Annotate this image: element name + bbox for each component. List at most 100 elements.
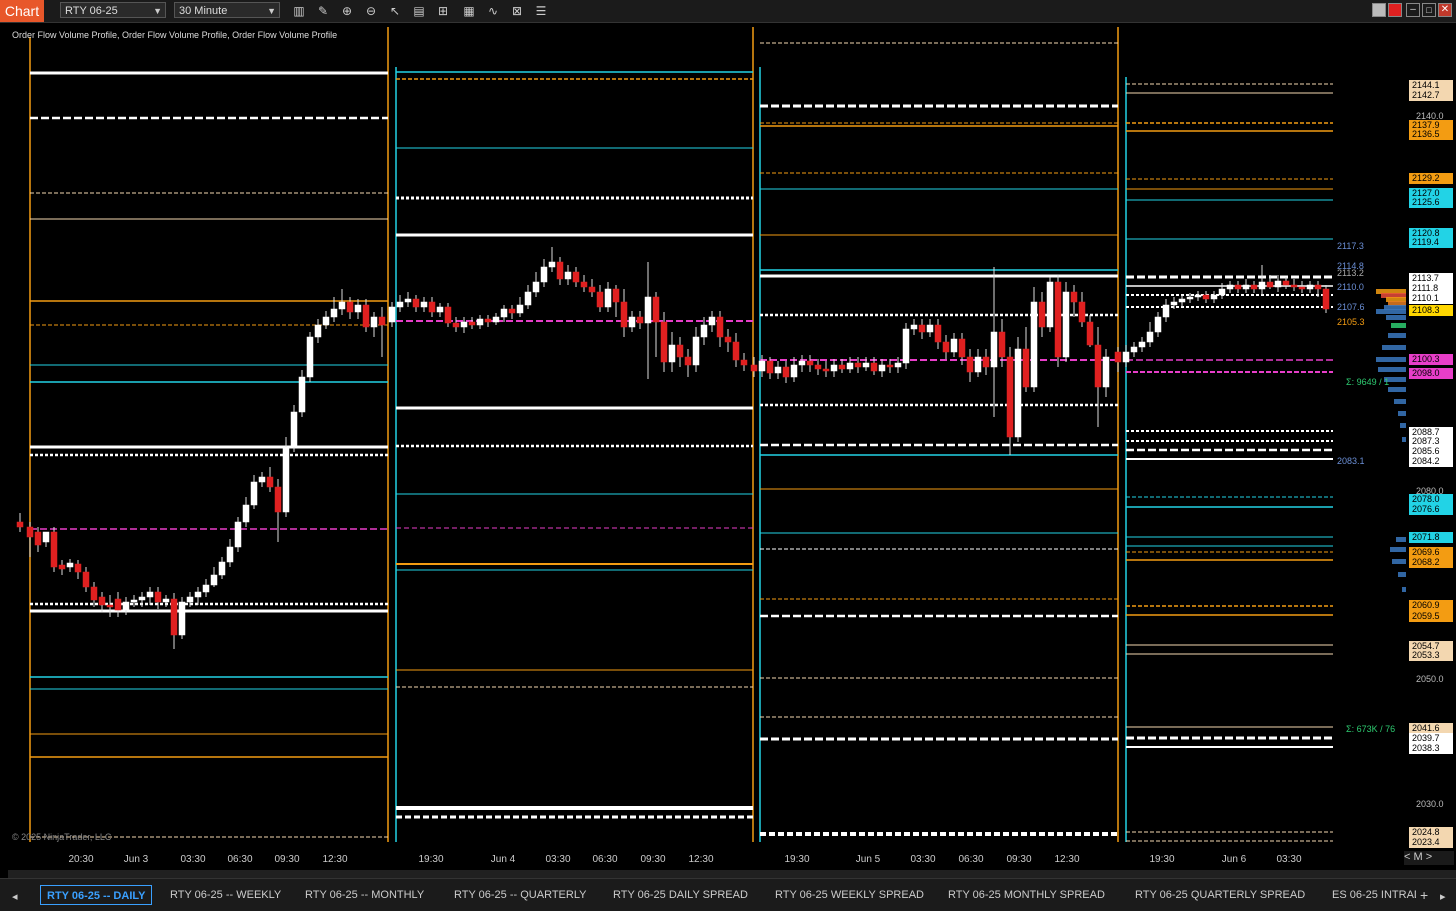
candle-body [918, 324, 926, 333]
zoom-control[interactable]: < M > [1404, 851, 1454, 865]
candle-body [1114, 351, 1122, 363]
candle-body [790, 364, 798, 378]
tab-rty-monthly-spread[interactable]: RTY 06-25 MONTHLY SPREAD [948, 885, 1105, 905]
tab-rty-daily-spread[interactable]: RTY 06-25 DAILY SPREAD [613, 885, 748, 905]
price-tag: 2059.5 [1409, 611, 1453, 622]
price-tag: 2136.5 [1409, 129, 1453, 140]
candle-body [1094, 344, 1102, 388]
candle-body [1282, 280, 1290, 286]
color-icon[interactable] [1388, 3, 1402, 17]
horizontal-scrollbar[interactable] [8, 870, 1456, 878]
candle-body [716, 316, 724, 338]
candle-body [740, 359, 748, 366]
tab-rty-daily[interactable]: RTY 06-25 -- DAILY [40, 885, 153, 905]
chevron-right-icon[interactable]: ▸ [1440, 887, 1446, 907]
add-tab-icon[interactable]: + [1420, 885, 1428, 905]
candle-body [1234, 284, 1242, 290]
tab-rty-weekly[interactable]: RTY 06-25 -- WEEKLY [170, 885, 281, 905]
candle-body [676, 344, 684, 358]
properties-icon[interactable]: ▤ [410, 2, 428, 20]
tab-es-intraday[interactable]: ES 06-25 INTRAD [1332, 885, 1416, 905]
candle-body [870, 362, 878, 372]
link-icon[interactable] [1372, 3, 1386, 17]
candle-body [1170, 301, 1178, 306]
candle-body [98, 596, 106, 606]
price-tag: 2108.3 [1409, 305, 1453, 316]
candle-body [258, 476, 266, 483]
candle-body [604, 288, 612, 308]
time-axis-label: 03:30 [180, 854, 206, 865]
price-tag: 2071.8 [1409, 532, 1453, 543]
instrument-selector[interactable]: RTY 06-25 ▼ [60, 2, 166, 18]
volume-profile-bar [1378, 367, 1406, 372]
tab-rty-weekly-spread[interactable]: RTY 06-25 WEEKLY SPREAD [775, 885, 924, 905]
template-icon[interactable]: ⊞ [434, 2, 452, 20]
maximize-icon[interactable]: □ [1422, 3, 1436, 17]
chevron-left-icon[interactable]: ◂ [12, 887, 18, 907]
indicator-icon[interactable]: ∿ [484, 2, 502, 20]
candle-body [1054, 281, 1062, 358]
candle-body [114, 598, 122, 611]
candle-body [138, 596, 146, 601]
time-axis-label: Jun 6 [1221, 854, 1247, 865]
candle-body [750, 364, 758, 372]
candle-body [782, 366, 790, 378]
chart-plot-area[interactable]: 2117.3 2114.8 2113.2 2110.0 2107.6 2105.3 2083… [8, 27, 1406, 847]
strategy-icon[interactable]: ⊠ [508, 2, 526, 20]
candle-body [460, 321, 468, 328]
candle-body [822, 368, 830, 372]
interval-selector[interactable]: 30 Minute ▼ [174, 2, 280, 18]
volume-profile-bar [1390, 547, 1406, 552]
candle-body [1314, 284, 1322, 290]
candle-body [378, 316, 386, 326]
candle-body [362, 304, 370, 328]
candle-body [894, 362, 902, 368]
candle-body [396, 301, 404, 308]
candle-body [1062, 291, 1070, 358]
candle-body [500, 308, 508, 318]
price-tag: 2125.6 [1409, 197, 1453, 208]
profile-price-label: Σ: 9649 / 1 [1346, 377, 1389, 387]
bars-icon[interactable]: ▥ [290, 2, 308, 20]
time-axis-label: Jun 5 [855, 854, 881, 865]
candle-body [130, 599, 138, 603]
volume-profile-bar [1376, 309, 1406, 314]
candle-body [910, 324, 918, 330]
list-icon[interactable]: ☰ [532, 2, 550, 20]
price-axis[interactable]: 2140.0 2080.0 2050.0 2030.0 2144.1 2142.7 2137… [1406, 27, 1456, 848]
tab-bar: ◂ RTY 06-25 -- DAILY RTY 06-25 -- WEEKLY… [0, 878, 1456, 911]
minimize-icon[interactable]: – [1406, 3, 1420, 17]
candle-body [484, 318, 492, 323]
candle-body [50, 531, 58, 568]
candle-body [274, 486, 282, 513]
zoom-out-icon[interactable]: ⊖ [362, 2, 380, 20]
volume-profile-bar [1386, 315, 1406, 320]
data-box-icon[interactable]: ▦ [460, 2, 478, 20]
candle-body [178, 601, 186, 636]
candle-body [290, 411, 298, 448]
candle-body [1290, 284, 1298, 288]
tab-rty-quarterly-spread[interactable]: RTY 06-25 QUARTERLY SPREAD [1135, 885, 1305, 905]
time-axis-label: 12:30 [322, 854, 348, 865]
candle-body [862, 362, 870, 368]
candle-body [990, 331, 998, 368]
tab-rty-monthly[interactable]: RTY 06-25 -- MONTHLY [305, 885, 424, 905]
candle-body [934, 324, 942, 343]
pointer-icon[interactable]: ↖ [386, 2, 404, 20]
candle-body [830, 364, 838, 372]
time-axis-label: 12:30 [688, 854, 714, 865]
time-axis[interactable]: 20:30 Jun 3 03:30 06:30 09:30 12:30 19:30 Jun 4… [8, 850, 1406, 868]
tab-rty-quarterly[interactable]: RTY 06-25 -- QUARTERLY [454, 885, 586, 905]
volume-profile-bar [1392, 559, 1406, 564]
time-axis-label: 20:30 [68, 854, 94, 865]
profile-price-label: Σ: 673K / 76 [1346, 724, 1395, 734]
time-axis-label: 09:30 [274, 854, 300, 865]
zoom-in-icon[interactable]: ⊕ [338, 2, 356, 20]
candle-body [74, 563, 82, 573]
candle-body [420, 301, 428, 308]
close-icon[interactable]: ✕ [1438, 3, 1452, 17]
candle-body [1130, 346, 1138, 353]
time-axis-label: 09:30 [640, 854, 666, 865]
pencil-icon[interactable]: ✎ [314, 2, 332, 20]
candle-body [26, 526, 34, 538]
